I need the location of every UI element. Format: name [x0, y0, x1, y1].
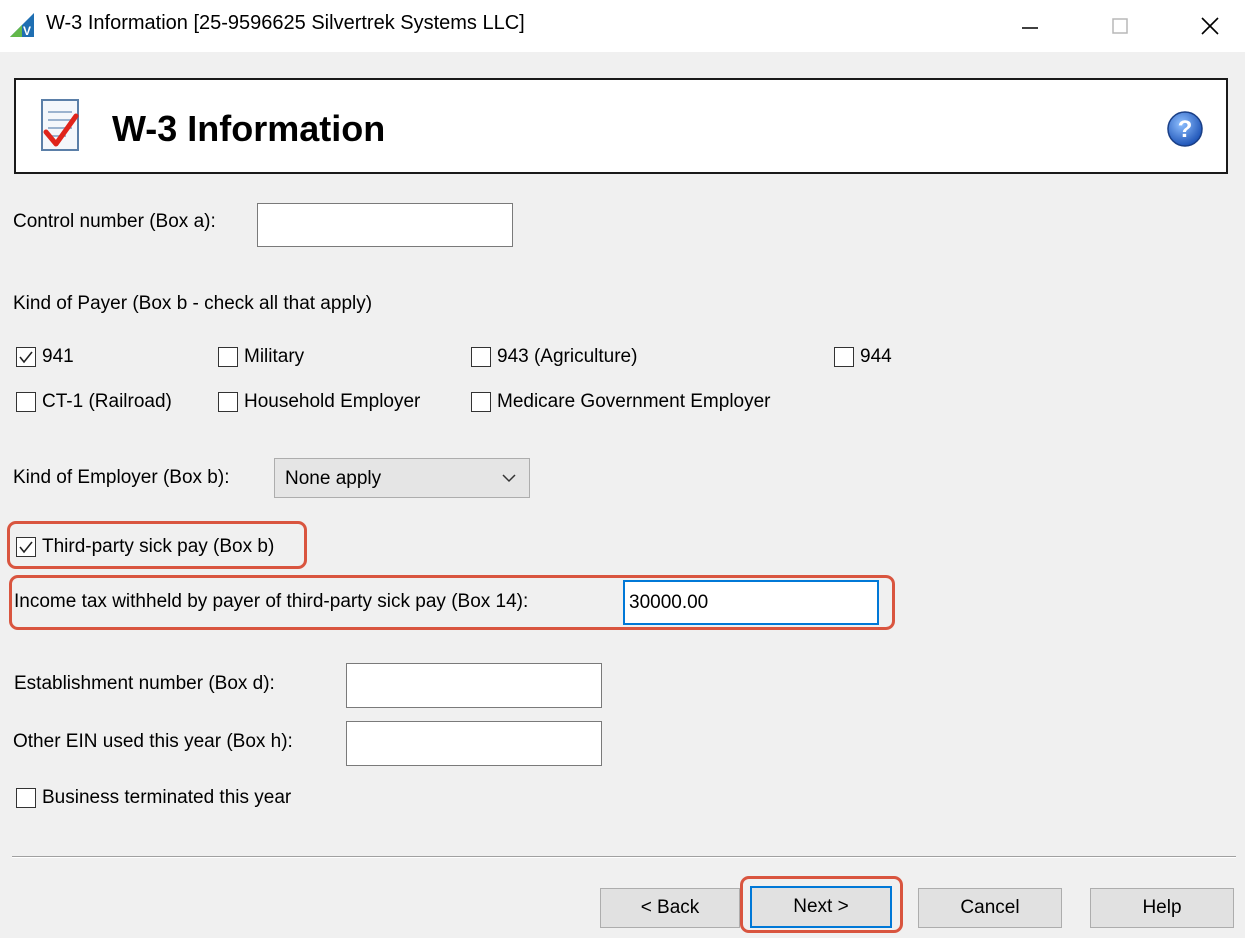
third-party-sick-pay-checkbox[interactable]: Third-party sick pay (Box b) [16, 536, 274, 558]
close-icon [1201, 17, 1219, 35]
third-party-sick-pay-label: Third-party sick pay (Box b) [42, 536, 275, 557]
payer-military-label: Military [244, 346, 305, 367]
control-number-label: Control number (Box a): [13, 211, 216, 232]
minimize-button[interactable] [1000, 0, 1060, 52]
payer-943-label: 943 (Agriculture) [497, 346, 638, 367]
help-icon-glyph: ? [1178, 116, 1193, 143]
payer-ct1-label: CT-1 (Railroad) [42, 391, 172, 412]
payer-military-checkbox[interactable]: Military [218, 346, 304, 368]
kind-of-employer-label: Kind of Employer (Box b): [13, 467, 230, 488]
payer-943-checkbox[interactable]: 943 (Agriculture) [471, 346, 637, 368]
payer-medicare-checkbox[interactable]: Medicare Government Employer [471, 391, 771, 413]
checkbox-box[interactable] [218, 347, 238, 367]
page-title: W-3 Information [112, 108, 386, 149]
income-tax-withheld-input[interactable] [623, 580, 879, 625]
kind-of-employer-select[interactable]: None apply [274, 458, 530, 498]
maximize-icon [1112, 18, 1128, 34]
document-checkmark-icon [38, 96, 84, 154]
checkbox-box[interactable] [16, 347, 36, 367]
payer-941-label: 941 [42, 346, 74, 367]
checkmark-icon [19, 351, 33, 364]
establishment-number-label: Establishment number (Box d): [14, 673, 275, 694]
app-logo-icon: V [10, 13, 34, 38]
checkbox-box[interactable] [16, 392, 36, 412]
payer-944-checkbox[interactable]: 944 [834, 346, 892, 368]
next-button[interactable]: Next > [750, 886, 892, 928]
checkbox-box[interactable] [16, 788, 36, 808]
payer-household-checkbox[interactable]: Household Employer [218, 391, 420, 413]
title-bar: V W-3 Information [25-9596625 Silvertrek… [0, 0, 1245, 52]
header-panel: W-3 Information ? [14, 78, 1228, 174]
kind-of-payer-label: Kind of Payer (Box b - check all that ap… [13, 293, 373, 314]
other-ein-input[interactable] [346, 721, 602, 766]
business-terminated-checkbox[interactable]: Business terminated this year [16, 787, 291, 809]
payer-medicare-label: Medicare Government Employer [497, 391, 771, 412]
payer-ct1-checkbox[interactable]: CT-1 (Railroad) [16, 391, 172, 413]
payer-944-label: 944 [860, 346, 892, 367]
kind-of-employer-value: None apply [285, 468, 382, 489]
payer-941-checkbox[interactable]: 941 [16, 346, 74, 368]
maximize-button[interactable] [1090, 0, 1150, 52]
income-tax-withheld-label: Income tax withheld by payer of third-pa… [14, 591, 529, 612]
checkbox-box[interactable] [834, 347, 854, 367]
checkbox-box[interactable] [16, 537, 36, 557]
back-button[interactable]: < Back [600, 888, 740, 928]
payer-household-label: Household Employer [244, 391, 421, 412]
cancel-button[interactable]: Cancel [918, 888, 1062, 928]
checkmark-icon [19, 541, 33, 554]
checkbox-box[interactable] [471, 392, 491, 412]
business-terminated-label: Business terminated this year [42, 787, 292, 808]
checkbox-box[interactable] [471, 347, 491, 367]
checkbox-box[interactable] [218, 392, 238, 412]
other-ein-label: Other EIN used this year (Box h): [13, 731, 293, 752]
minimize-icon [1022, 27, 1038, 29]
footer-divider [12, 856, 1236, 858]
establishment-number-input[interactable] [346, 663, 602, 708]
chevron-down-icon [502, 474, 516, 483]
help-icon[interactable]: ? [1166, 110, 1204, 148]
control-number-input[interactable] [257, 203, 513, 247]
close-button[interactable] [1180, 0, 1240, 52]
window-title: W-3 Information [25-9596625 Silvertrek S… [46, 12, 525, 34]
app-logo-letter: V [23, 24, 31, 37]
help-button[interactable]: Help [1090, 888, 1234, 928]
